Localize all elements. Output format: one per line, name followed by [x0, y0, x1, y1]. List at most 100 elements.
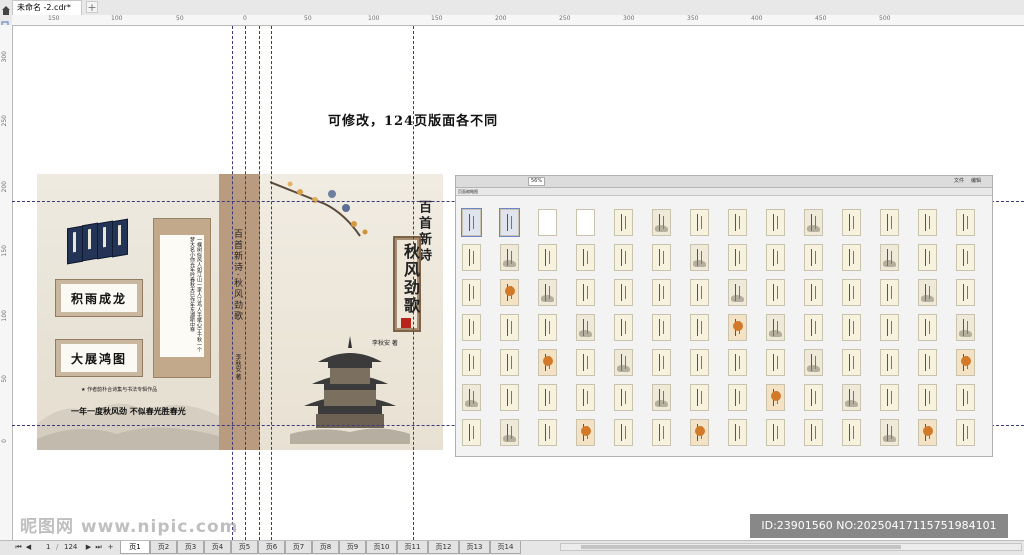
page-thumbnail[interactable] — [918, 419, 937, 446]
page-thumbnail[interactable] — [652, 279, 671, 306]
page-thumbnail[interactable] — [842, 384, 861, 411]
page-thumbnail[interactable] — [652, 314, 671, 341]
page-thumbnail[interactable] — [652, 209, 671, 236]
page-thumbnail[interactable] — [538, 244, 557, 271]
page-thumbnail[interactable] — [690, 209, 709, 236]
page-thumbnail[interactable] — [576, 419, 595, 446]
page-tab[interactable]: 页11 — [397, 541, 428, 554]
page-thumbnail[interactable] — [880, 314, 899, 341]
page-thumbnail[interactable] — [614, 419, 633, 446]
page-thumbnail[interactable] — [614, 314, 633, 341]
page-thumbnail[interactable] — [842, 209, 861, 236]
page-thumbnail[interactable] — [538, 209, 557, 236]
page-thumbnail[interactable] — [462, 384, 481, 411]
page-thumbnail[interactable] — [766, 384, 785, 411]
page-tab[interactable]: 页1 — [120, 541, 150, 554]
page-thumbnail[interactable] — [842, 349, 861, 376]
scrollbar-thumb[interactable] — [581, 545, 901, 549]
page-thumbnail[interactable] — [842, 314, 861, 341]
page-thumbnail[interactable] — [652, 419, 671, 446]
page-thumbnail[interactable] — [462, 349, 481, 376]
page-thumbnail[interactable] — [956, 419, 975, 446]
page-thumbnail[interactable] — [690, 349, 709, 376]
page-thumbnail[interactable] — [500, 419, 519, 446]
page-thumbnail[interactable] — [842, 279, 861, 306]
document-tab[interactable]: 未命名 -2.cdr* — [12, 0, 82, 15]
page-thumbnail[interactable] — [880, 244, 899, 271]
guideline[interactable] — [259, 26, 260, 540]
page-thumbnail[interactable] — [652, 244, 671, 271]
page-thumbnail[interactable] — [880, 384, 899, 411]
page-thumbnail[interactable] — [804, 244, 823, 271]
page-thumbnail[interactable] — [956, 209, 975, 236]
page-thumbnail[interactable] — [956, 384, 975, 411]
page-thumbnail[interactable] — [880, 279, 899, 306]
page-thumbnail[interactable] — [766, 314, 785, 341]
next-page-button[interactable]: ▶ — [84, 543, 93, 552]
page-thumbnail[interactable] — [690, 314, 709, 341]
page-thumbnail[interactable] — [956, 244, 975, 271]
page-tab[interactable]: 页12 — [428, 541, 459, 554]
page-thumbnails-preview[interactable]: 56% 文件 编辑 页面缩略图 — [455, 175, 993, 457]
page-thumbnail[interactable] — [956, 349, 975, 376]
current-page[interactable]: 1 — [46, 542, 50, 553]
page-tab[interactable]: 页3 — [177, 541, 204, 554]
page-thumbnail[interactable] — [842, 244, 861, 271]
page-thumbnail[interactable] — [462, 244, 481, 271]
guideline[interactable] — [413, 26, 414, 540]
page-tab[interactable]: 页10 — [366, 541, 397, 554]
page-thumbnail[interactable] — [918, 349, 937, 376]
page-thumbnail[interactable] — [956, 279, 975, 306]
page-tab[interactable]: 页4 — [204, 541, 231, 554]
page-thumbnail[interactable] — [728, 279, 747, 306]
page-thumbnail[interactable] — [500, 314, 519, 341]
page-thumbnail[interactable] — [880, 209, 899, 236]
first-page-button[interactable]: ⏮ — [14, 543, 23, 552]
page-thumbnail[interactable] — [728, 419, 747, 446]
page-tab[interactable]: 页2 — [150, 541, 177, 554]
page-thumbnail[interactable] — [538, 314, 557, 341]
page-thumbnail[interactable] — [614, 349, 633, 376]
page-thumbnail[interactable] — [804, 384, 823, 411]
page-thumbnail[interactable] — [690, 279, 709, 306]
page-thumbnail[interactable] — [500, 384, 519, 411]
page-tab[interactable]: 页7 — [285, 541, 312, 554]
page-thumbnail[interactable] — [728, 244, 747, 271]
page-thumbnail[interactable] — [538, 349, 557, 376]
page-thumbnail[interactable] — [918, 314, 937, 341]
page-thumbnail[interactable] — [804, 314, 823, 341]
last-page-button[interactable]: ⏭ — [94, 543, 103, 552]
page-thumbnail[interactable] — [500, 349, 519, 376]
page-tab[interactable]: 页14 — [490, 541, 521, 554]
page-thumbnail[interactable] — [576, 349, 595, 376]
page-thumbnail[interactable] — [538, 419, 557, 446]
page-thumbnail[interactable] — [500, 244, 519, 271]
page-thumbnail[interactable] — [804, 279, 823, 306]
page-tab[interactable]: 页9 — [339, 541, 366, 554]
page-thumbnail[interactable] — [652, 384, 671, 411]
page-tab[interactable]: 页6 — [258, 541, 285, 554]
page-thumbnail[interactable] — [500, 279, 519, 306]
page-thumbnail[interactable] — [728, 384, 747, 411]
page-thumbnail[interactable] — [538, 384, 557, 411]
page-thumbnail[interactable] — [918, 244, 937, 271]
page-thumbnail[interactable] — [766, 349, 785, 376]
page-thumbnail[interactable] — [576, 384, 595, 411]
page-thumbnail[interactable] — [614, 384, 633, 411]
guideline[interactable] — [232, 26, 233, 540]
page-tab[interactable]: 页13 — [459, 541, 490, 554]
page-thumbnail[interactable] — [766, 279, 785, 306]
page-thumbnail[interactable] — [728, 209, 747, 236]
page-thumbnail[interactable] — [614, 209, 633, 236]
page-tab[interactable]: 页8 — [312, 541, 339, 554]
guideline[interactable] — [271, 26, 272, 540]
page-thumbnail[interactable] — [690, 419, 709, 446]
page-thumbnail[interactable] — [462, 279, 481, 306]
page-thumbnail[interactable] — [918, 209, 937, 236]
page-thumbnail[interactable] — [842, 419, 861, 446]
page-thumbnail[interactable] — [499, 208, 520, 237]
page-thumbnail[interactable] — [614, 279, 633, 306]
page-thumbnail[interactable] — [918, 279, 937, 306]
add-page-button[interactable]: + — [106, 543, 115, 552]
page-thumbnail[interactable] — [728, 349, 747, 376]
